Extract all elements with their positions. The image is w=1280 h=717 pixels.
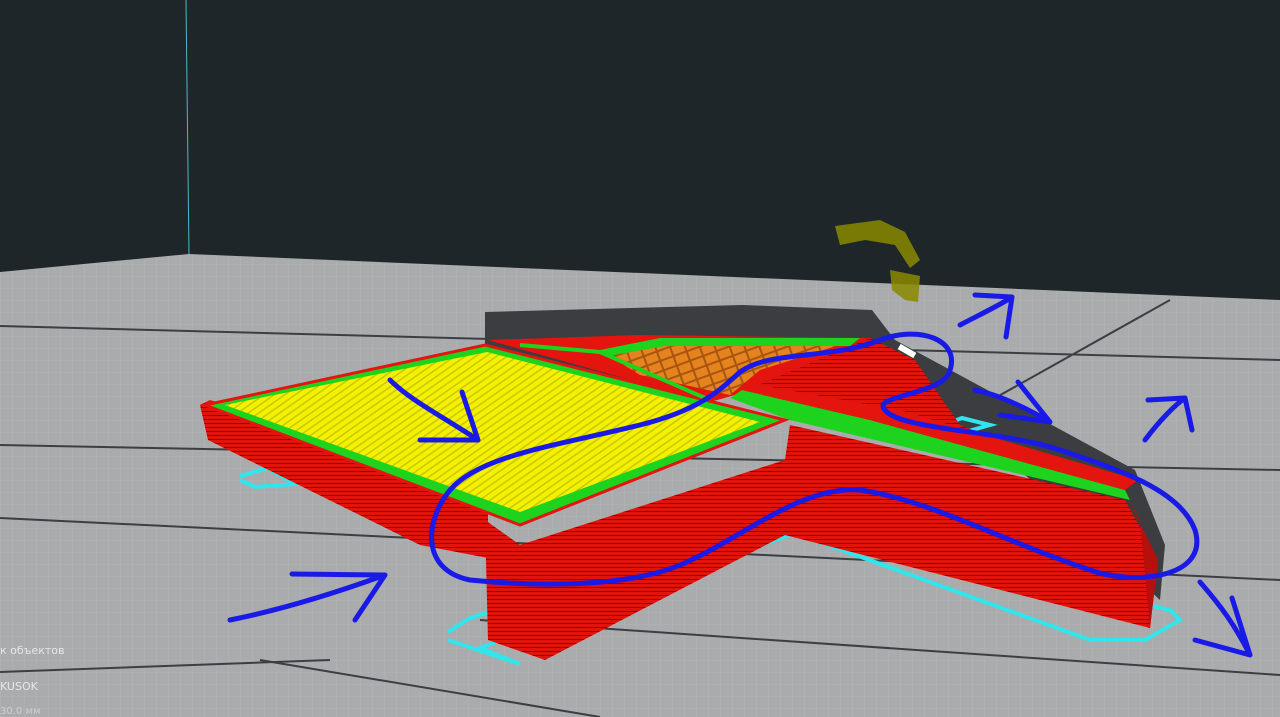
objects-list-label: к объектов [0,644,65,657]
object-name[interactable]: KUSOK [0,680,38,693]
3d-viewport[interactable] [0,0,1280,717]
object-size: 30.0 мм [0,706,41,717]
